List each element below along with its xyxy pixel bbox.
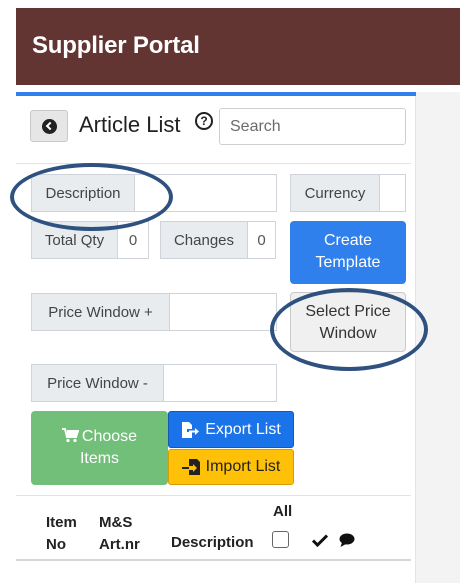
column-header-all: All — [273, 503, 293, 520]
select-all-checkbox[interactable] — [272, 531, 289, 548]
currency-label: Currency — [290, 174, 380, 212]
price-window-minus-label: Price Window - — [31, 364, 164, 402]
create-template-label-2: Template — [315, 254, 381, 271]
total-qty-label: Total Qty — [31, 221, 118, 259]
page-background — [416, 92, 460, 583]
column-header-ms-art-nr: M&S Art.nr — [99, 514, 140, 553]
import-list-button[interactable]: Import List — [168, 449, 294, 485]
file-export-icon — [181, 421, 200, 438]
import-list-label: Import List — [205, 458, 281, 475]
currency-input[interactable] — [379, 174, 406, 212]
select-price-window-button[interactable]: Select Price Window — [290, 292, 406, 352]
comment-icon — [339, 533, 355, 548]
column-header-description: Description — [171, 534, 254, 551]
help-icon[interactable]: ? — [195, 112, 213, 130]
price-window-minus-input[interactable] — [163, 364, 277, 402]
back-button[interactable] — [30, 110, 68, 142]
export-list-label: Export List — [205, 420, 281, 438]
table-header-divider — [16, 559, 411, 561]
panel-title: Article List — [79, 112, 181, 137]
column-header-item-no: Item No — [46, 514, 77, 553]
description-input[interactable] — [134, 174, 277, 212]
changes-value: 0 — [247, 221, 276, 259]
divider — [16, 495, 411, 496]
select-price-window-label-2: Window — [319, 325, 377, 342]
price-window-plus-label: Price Window + — [31, 293, 170, 331]
app-header: Supplier Portal — [16, 8, 460, 85]
price-window-plus-input[interactable] — [169, 293, 277, 331]
export-list-button[interactable]: Export List — [168, 411, 294, 448]
create-template-label-1: Create — [323, 232, 373, 249]
select-price-window-label-1: Select Price — [305, 303, 391, 320]
choose-items-button[interactable]: Choose Items — [31, 411, 168, 485]
total-qty-value: 0 — [117, 221, 149, 259]
create-template-button[interactable]: Create Template — [290, 221, 406, 284]
description-label: Description — [31, 174, 135, 212]
app-title: Supplier Portal — [32, 32, 200, 59]
divider — [16, 163, 411, 164]
cart-icon — [61, 428, 79, 443]
chevron-left-circle-icon — [42, 119, 57, 134]
search-input[interactable] — [219, 108, 406, 145]
file-import-icon — [181, 459, 200, 475]
choose-items-label-1: Choose — [81, 428, 138, 445]
check-icon — [312, 534, 328, 547]
changes-label: Changes — [160, 221, 248, 259]
choose-items-label-2: Items — [79, 450, 120, 467]
